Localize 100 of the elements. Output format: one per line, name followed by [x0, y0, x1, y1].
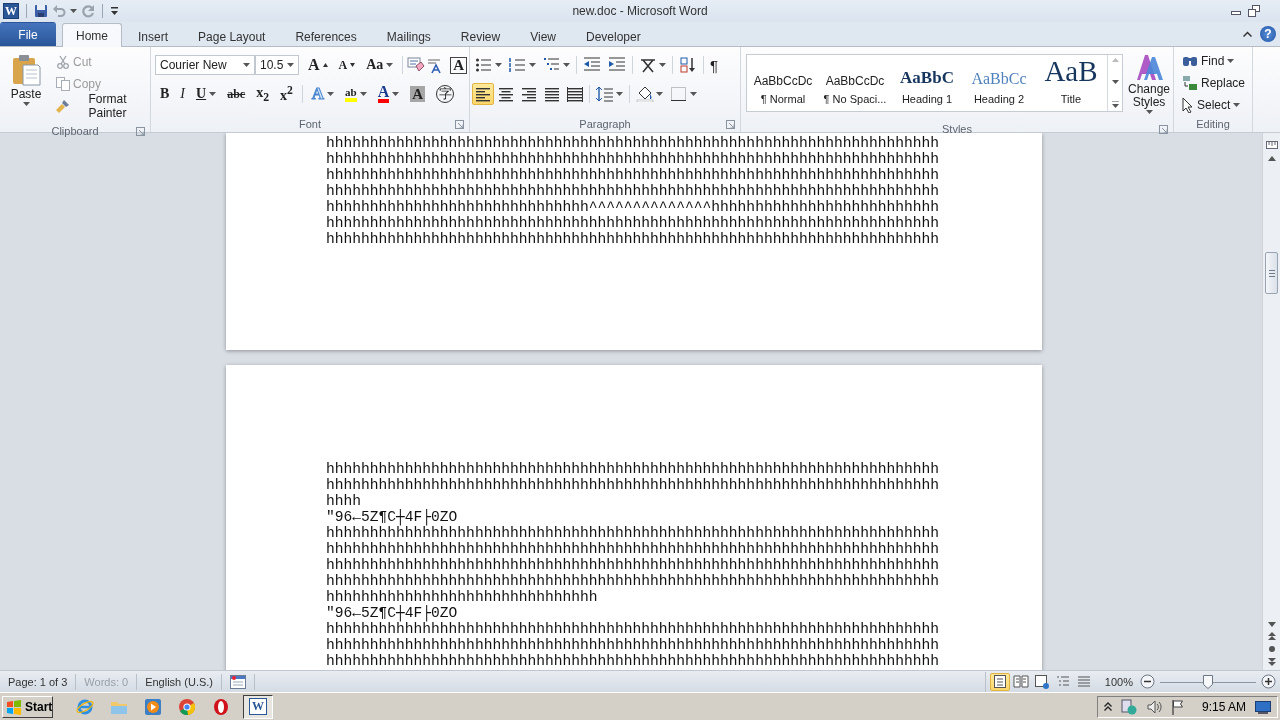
- show-marks-button[interactable]: ¶: [707, 54, 722, 76]
- dialog-launcher-icon[interactable]: [1159, 124, 1168, 134]
- font-format-button[interactable]: U: [191, 83, 222, 105]
- scroll-down-icon[interactable]: [1111, 79, 1119, 84]
- clipboard-icon[interactable]: [11, 54, 41, 86]
- dropdown-caret-icon[interactable]: [690, 92, 697, 96]
- ribbon-tab[interactable]: References: [281, 25, 371, 47]
- style-option[interactable]: AaBbCcDc ¶ No Spaci...: [819, 55, 891, 111]
- dropdown-caret-icon[interactable]: [495, 63, 502, 67]
- dropdown-caret-icon[interactable]: [359, 92, 367, 96]
- ribbon-tab[interactable]: Page Layout: [184, 25, 280, 47]
- dropdown-caret-icon[interactable]: [1145, 110, 1153, 114]
- ribbon-tab[interactable]: Developer: [571, 25, 655, 47]
- ribbon-tab[interactable]: View: [516, 25, 570, 47]
- view-button[interactable]: [989, 672, 1010, 691]
- change-styles-button[interactable]: Change Styles: [1125, 51, 1173, 123]
- collapse-ribbon-icon[interactable]: [1243, 31, 1252, 37]
- font-format-button[interactable]: x$_{2}$: [251, 83, 274, 105]
- zoom-out-icon[interactable]: [1140, 674, 1155, 689]
- dropdown-caret-icon[interactable]: [659, 63, 666, 67]
- dropdown-caret-icon[interactable]: [392, 92, 400, 96]
- style-option[interactable]: AaBbCc Heading 2: [963, 55, 1035, 111]
- find-button[interactable]: Find: [1178, 50, 1239, 72]
- size-arrow-icon[interactable]: [322, 63, 328, 67]
- bullet-list-icon[interactable]: [475, 57, 493, 73]
- style-option[interactable]: AaB Title: [1035, 55, 1107, 111]
- font-format-button[interactable]: x$^{2}$: [274, 83, 298, 105]
- styles-icon[interactable]: [1134, 52, 1164, 82]
- replace-button[interactable]: Replace: [1178, 72, 1250, 94]
- font-format-button[interactable]: A: [333, 54, 361, 76]
- show-desktop-icon[interactable]: [1255, 699, 1271, 714]
- dialog-launcher-icon[interactable]: [726, 119, 735, 129]
- dropdown-caret-icon[interactable]: [22, 102, 30, 106]
- dialog-launcher-icon[interactable]: [455, 119, 464, 129]
- font-name-field[interactable]: Courier New: [155, 55, 255, 75]
- font-format-button[interactable]: A: [303, 54, 333, 76]
- zoom-level[interactable]: 100%: [1094, 675, 1139, 688]
- dropdown-caret-icon[interactable]: [209, 92, 217, 96]
- style-option[interactable]: AaBbCcDc ¶ Normal: [747, 55, 819, 111]
- line-spacing-icon[interactable]: [596, 86, 614, 102]
- dropdown-caret-icon[interactable]: [616, 92, 623, 96]
- numbered-list-icon[interactable]: [509, 57, 527, 73]
- dropdown-caret-icon[interactable]: [70, 9, 77, 13]
- binoculars-icon[interactable]: [1182, 54, 1198, 68]
- dropdown-caret-icon[interactable]: [386, 63, 394, 67]
- ribbon-tab[interactable]: Mailings: [372, 25, 445, 47]
- customize-icon[interactable]: [110, 6, 119, 16]
- paint-bucket-icon[interactable]: [636, 86, 654, 102]
- dropdown-caret-icon[interactable]: [287, 63, 294, 67]
- taskbar-app[interactable]: W: [243, 694, 273, 719]
- ruler-icon[interactable]: [1265, 139, 1278, 151]
- paintbrush-icon[interactable]: [56, 99, 70, 113]
- ribbon-tab[interactable]: Review: [446, 25, 515, 47]
- font-format-button[interactable]: B: [155, 83, 175, 105]
- language-indicator[interactable]: English (U.S.): [137, 673, 222, 690]
- next-page-icon[interactable]: [1267, 658, 1276, 666]
- font-format-button[interactable]: I: [175, 83, 190, 105]
- speaker-icon[interactable]: [1145, 698, 1162, 715]
- previous-page-icon[interactable]: [1267, 632, 1276, 640]
- font-format-button[interactable]: A: [405, 83, 431, 105]
- dropdown-caret-icon[interactable]: [1227, 59, 1235, 63]
- dropdown-caret-icon[interactable]: [243, 63, 250, 67]
- dropdown-caret-icon[interactable]: [327, 92, 335, 96]
- app-logo[interactable]: W: [3, 3, 19, 19]
- start-button[interactable]: Start: [2, 695, 53, 718]
- font-format-button[interactable]: abc: [222, 83, 251, 105]
- style-option[interactable]: AaBbC Heading 1: [891, 55, 963, 111]
- font-format-button[interactable]: Aa: [361, 54, 399, 76]
- ribbon-tab[interactable]: Insert: [124, 25, 183, 47]
- clear-formatting-icon[interactable]: [407, 57, 426, 73]
- size-arrow-icon[interactable]: [350, 63, 356, 67]
- borders-icon[interactable]: [670, 86, 688, 102]
- format-painter-button[interactable]: Format Painter: [52, 95, 146, 117]
- browse-object-icon[interactable]: [1267, 645, 1276, 653]
- dialog-launcher-icon[interactable]: [136, 126, 145, 136]
- zoom-in-icon[interactable]: [1261, 674, 1276, 689]
- scroll-down-icon[interactable]: [1267, 622, 1276, 627]
- tray-expand-icon[interactable]: [1103, 702, 1112, 711]
- multilevel-list-icon[interactable]: [543, 57, 561, 73]
- save-icon[interactable]: [34, 4, 48, 18]
- restore-icon[interactable]: [1248, 5, 1260, 17]
- scroll-thumb[interactable]: [1265, 252, 1278, 294]
- more-styles-icon[interactable]: [1111, 101, 1119, 108]
- macro-record-icon[interactable]: [230, 674, 246, 689]
- font-format-button[interactable]: ab: [340, 83, 372, 105]
- slider-thumb[interactable]: [1203, 674, 1213, 689]
- dropdown-caret-icon[interactable]: [563, 63, 570, 67]
- ribbon-tab[interactable]: Home: [62, 23, 122, 47]
- font-size-field[interactable]: 10.5: [255, 55, 299, 75]
- help-button[interactable]: ?: [1260, 26, 1276, 42]
- flag-icon[interactable]: [1170, 698, 1185, 715]
- paste-button[interactable]: Paste: [4, 51, 48, 125]
- page-count[interactable]: Page: 1 of 3: [0, 673, 77, 690]
- clock[interactable]: 9:15 AM: [1201, 699, 1246, 714]
- dropdown-caret-icon[interactable]: [1233, 103, 1241, 107]
- scroll-up-icon[interactable]: [1267, 156, 1276, 161]
- pointer-icon[interactable]: [1182, 97, 1194, 113]
- select-button[interactable]: Select: [1178, 94, 1245, 116]
- ribbon-tab[interactable]: File: [0, 22, 56, 46]
- dropdown-caret-icon[interactable]: [656, 92, 663, 96]
